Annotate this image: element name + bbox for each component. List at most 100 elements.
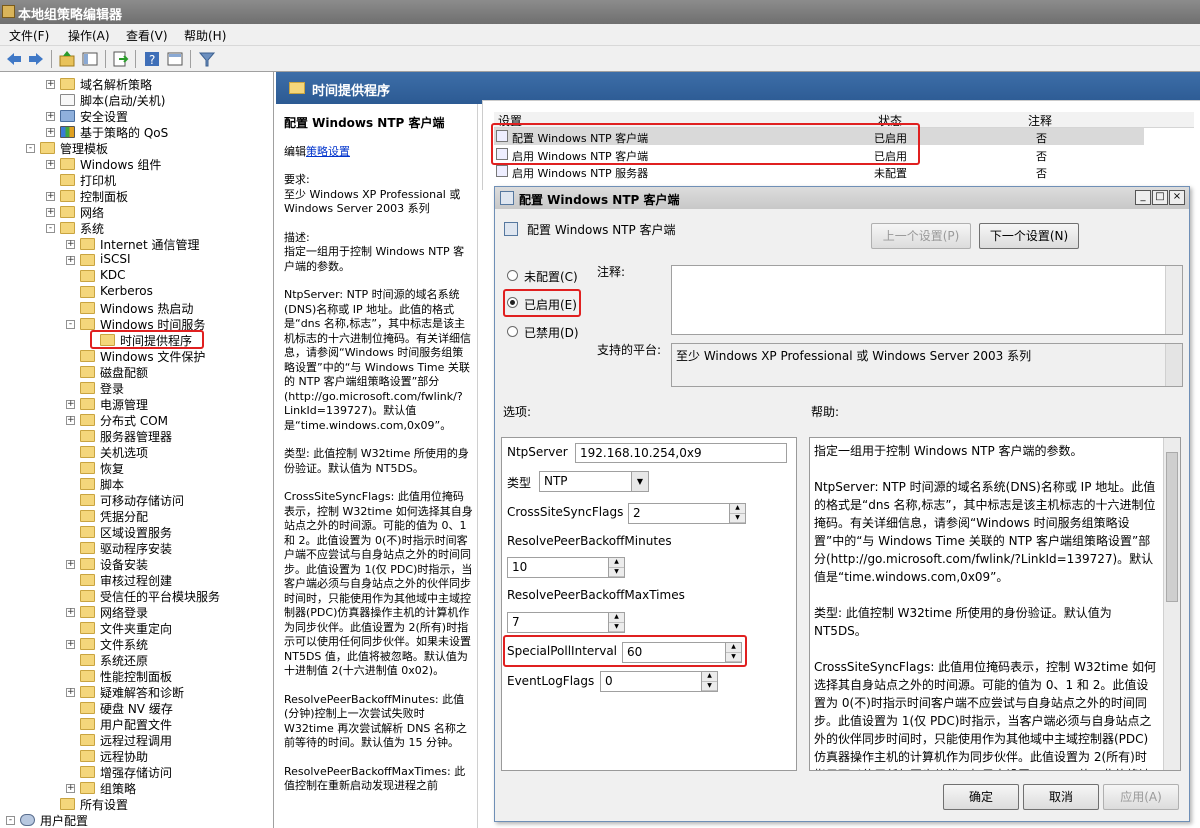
tree-item[interactable]: 审核过程创建 — [0, 572, 273, 588]
tree-item[interactable]: 区域设置服务 — [0, 524, 273, 540]
apply-button[interactable]: 应用(A) — [1103, 784, 1179, 810]
tree-item[interactable]: 硬盘 NV 缓存 — [0, 700, 273, 716]
tree-item[interactable]: + 分布式 COM — [0, 412, 273, 428]
export-list-icon[interactable] — [111, 50, 129, 68]
tree-item[interactable]: 增强存储访问 — [0, 764, 273, 780]
minimize-icon[interactable]: _ — [1135, 190, 1151, 205]
tree-item[interactable]: 脚本(启动/关机) — [0, 92, 273, 108]
tree-item[interactable]: 驱动程序安装 — [0, 540, 273, 556]
menu-help[interactable]: 帮助(H) — [184, 27, 226, 44]
expand-icon[interactable]: + — [46, 128, 55, 137]
edit-policy-link[interactable]: 策略设置 — [306, 145, 350, 158]
tree-item[interactable]: 恢复 — [0, 460, 273, 476]
expand-icon[interactable]: + — [66, 560, 75, 569]
tree-item[interactable]: + 控制面板 — [0, 188, 273, 204]
help-scrollbar[interactable] — [1163, 438, 1180, 770]
maximize-icon[interactable]: □ — [1152, 190, 1168, 205]
next-setting-button[interactable]: 下一个设置(N) — [979, 223, 1079, 249]
settings-row[interactable]: 启用 Windows NTP 服务器 未配置 否 — [494, 163, 1144, 180]
tree-item[interactable]: + 基于策略的 QoS — [0, 124, 273, 140]
window-title-bar[interactable]: 本地组策略编辑器 — [0, 0, 1200, 24]
collapse-icon[interactable]: - — [6, 816, 15, 825]
expand-icon[interactable]: + — [66, 688, 75, 697]
tree-item[interactable]: 系统还原 — [0, 652, 273, 668]
expand-icon[interactable]: + — [66, 784, 75, 793]
show-hide-tree-icon[interactable] — [81, 50, 99, 68]
tree-item[interactable]: 用户配置文件 — [0, 716, 273, 732]
radio-not-configured[interactable] — [507, 270, 518, 281]
expand-icon[interactable]: + — [46, 192, 55, 201]
expand-icon[interactable]: + — [46, 80, 55, 89]
expand-icon[interactable]: + — [46, 160, 55, 169]
tree-item[interactable]: 受信任的平台模块服务 — [0, 588, 273, 604]
help-icon[interactable]: ? — [143, 50, 161, 68]
dialog-title-bar[interactable]: 配置 Windows NTP 客户端 — [495, 187, 1189, 209]
forward-arrow-icon[interactable] — [27, 50, 45, 68]
eventlog-spin-icon[interactable]: ▲ ▼ — [701, 672, 717, 691]
comment-scrollbar[interactable] — [1165, 266, 1182, 334]
tree-item[interactable]: 所有设置 — [0, 796, 273, 812]
tree-item[interactable]: + 安全设置 — [0, 108, 273, 124]
crosssite-spin-icon[interactable]: ▲ ▼ — [729, 504, 745, 523]
up-folder-icon[interactable] — [58, 50, 76, 68]
expand-icon[interactable]: + — [66, 640, 75, 649]
menu-file[interactable]: 文件(F) — [9, 27, 49, 44]
tree-item[interactable]: Windows 文件保护 — [0, 348, 273, 364]
tree-item[interactable]: + 域名解析策略 — [0, 76, 273, 92]
tree-item[interactable]: + 网络 — [0, 204, 273, 220]
prev-setting-button[interactable]: 上一个设置(P) — [871, 223, 971, 249]
collapse-icon[interactable]: - — [26, 144, 35, 153]
tree-item[interactable]: 关机选项 — [0, 444, 273, 460]
properties-icon[interactable] — [166, 50, 184, 68]
expand-icon[interactable]: + — [66, 240, 75, 249]
tree-item[interactable]: + 设备安装 — [0, 556, 273, 572]
tree-item[interactable]: + iSCSI — [0, 252, 273, 268]
expand-icon[interactable]: + — [46, 112, 55, 121]
expand-icon[interactable]: + — [46, 208, 55, 217]
ok-button[interactable]: 确定 — [943, 784, 1019, 810]
rpbm-spin-icon[interactable]: ▲ ▼ — [608, 558, 624, 577]
tree-item[interactable]: - 用户配置 — [0, 812, 273, 828]
tree-item[interactable]: 远程协助 — [0, 748, 273, 764]
comment-textarea[interactable] — [671, 265, 1183, 335]
tree-item[interactable]: - 系统 — [0, 220, 273, 236]
tree-item[interactable]: 性能控制面板 — [0, 668, 273, 684]
rpbmt-spin-icon[interactable]: ▲ ▼ — [608, 613, 624, 632]
tree-item[interactable]: 服务器管理器 — [0, 428, 273, 444]
tree-item[interactable]: + 网络登录 — [0, 604, 273, 620]
back-arrow-icon[interactable] — [5, 50, 23, 68]
expand-icon[interactable]: + — [66, 416, 75, 425]
collapse-icon[interactable]: - — [46, 224, 55, 233]
menu-view[interactable]: 查看(V) — [126, 27, 168, 44]
cancel-button[interactable]: 取消 — [1023, 784, 1099, 810]
tree-item[interactable]: + 疑难解答和诊断 — [0, 684, 273, 700]
tree-item[interactable]: - 管理模板 — [0, 140, 273, 156]
expand-icon[interactable]: + — [66, 400, 75, 409]
tree-item[interactable]: 脚本 — [0, 476, 273, 492]
column-comment[interactable]: 注释 — [1028, 112, 1052, 129]
tree-item[interactable]: 打印机 — [0, 172, 273, 188]
filter-icon[interactable] — [198, 50, 216, 68]
expand-icon[interactable]: + — [66, 608, 75, 617]
tree-item[interactable]: + 组策略 — [0, 780, 273, 796]
close-icon[interactable]: × — [1169, 190, 1185, 205]
tree-item[interactable]: Windows 热启动 — [0, 300, 273, 316]
menu-action[interactable]: 操作(A) — [68, 27, 110, 44]
radio-disabled[interactable] — [507, 326, 518, 337]
tree-item[interactable]: 可移动存储访问 — [0, 492, 273, 508]
tree-item[interactable]: + 文件系统 — [0, 636, 273, 652]
expand-icon[interactable]: + — [66, 256, 75, 265]
tree-item[interactable]: + 电源管理 — [0, 396, 273, 412]
tree-item[interactable]: + Windows 组件 — [0, 156, 273, 172]
tree-item[interactable]: + Internet 通信管理 — [0, 236, 273, 252]
ntpserver-input[interactable]: 192.168.10.254,0x9 — [575, 443, 787, 463]
tree-item[interactable]: 登录 — [0, 380, 273, 396]
tree-item[interactable]: 远程过程调用 — [0, 732, 273, 748]
tree-item[interactable]: 凭据分配 — [0, 508, 273, 524]
chevron-down-icon[interactable]: ▼ — [631, 472, 648, 491]
tree-item[interactable]: 磁盘配额 — [0, 364, 273, 380]
tree-item[interactable]: 文件夹重定向 — [0, 620, 273, 636]
tree-item[interactable]: KDC — [0, 268, 273, 284]
platform-scrollbar[interactable] — [1165, 344, 1182, 386]
tree-item[interactable]: Kerberos — [0, 284, 273, 300]
